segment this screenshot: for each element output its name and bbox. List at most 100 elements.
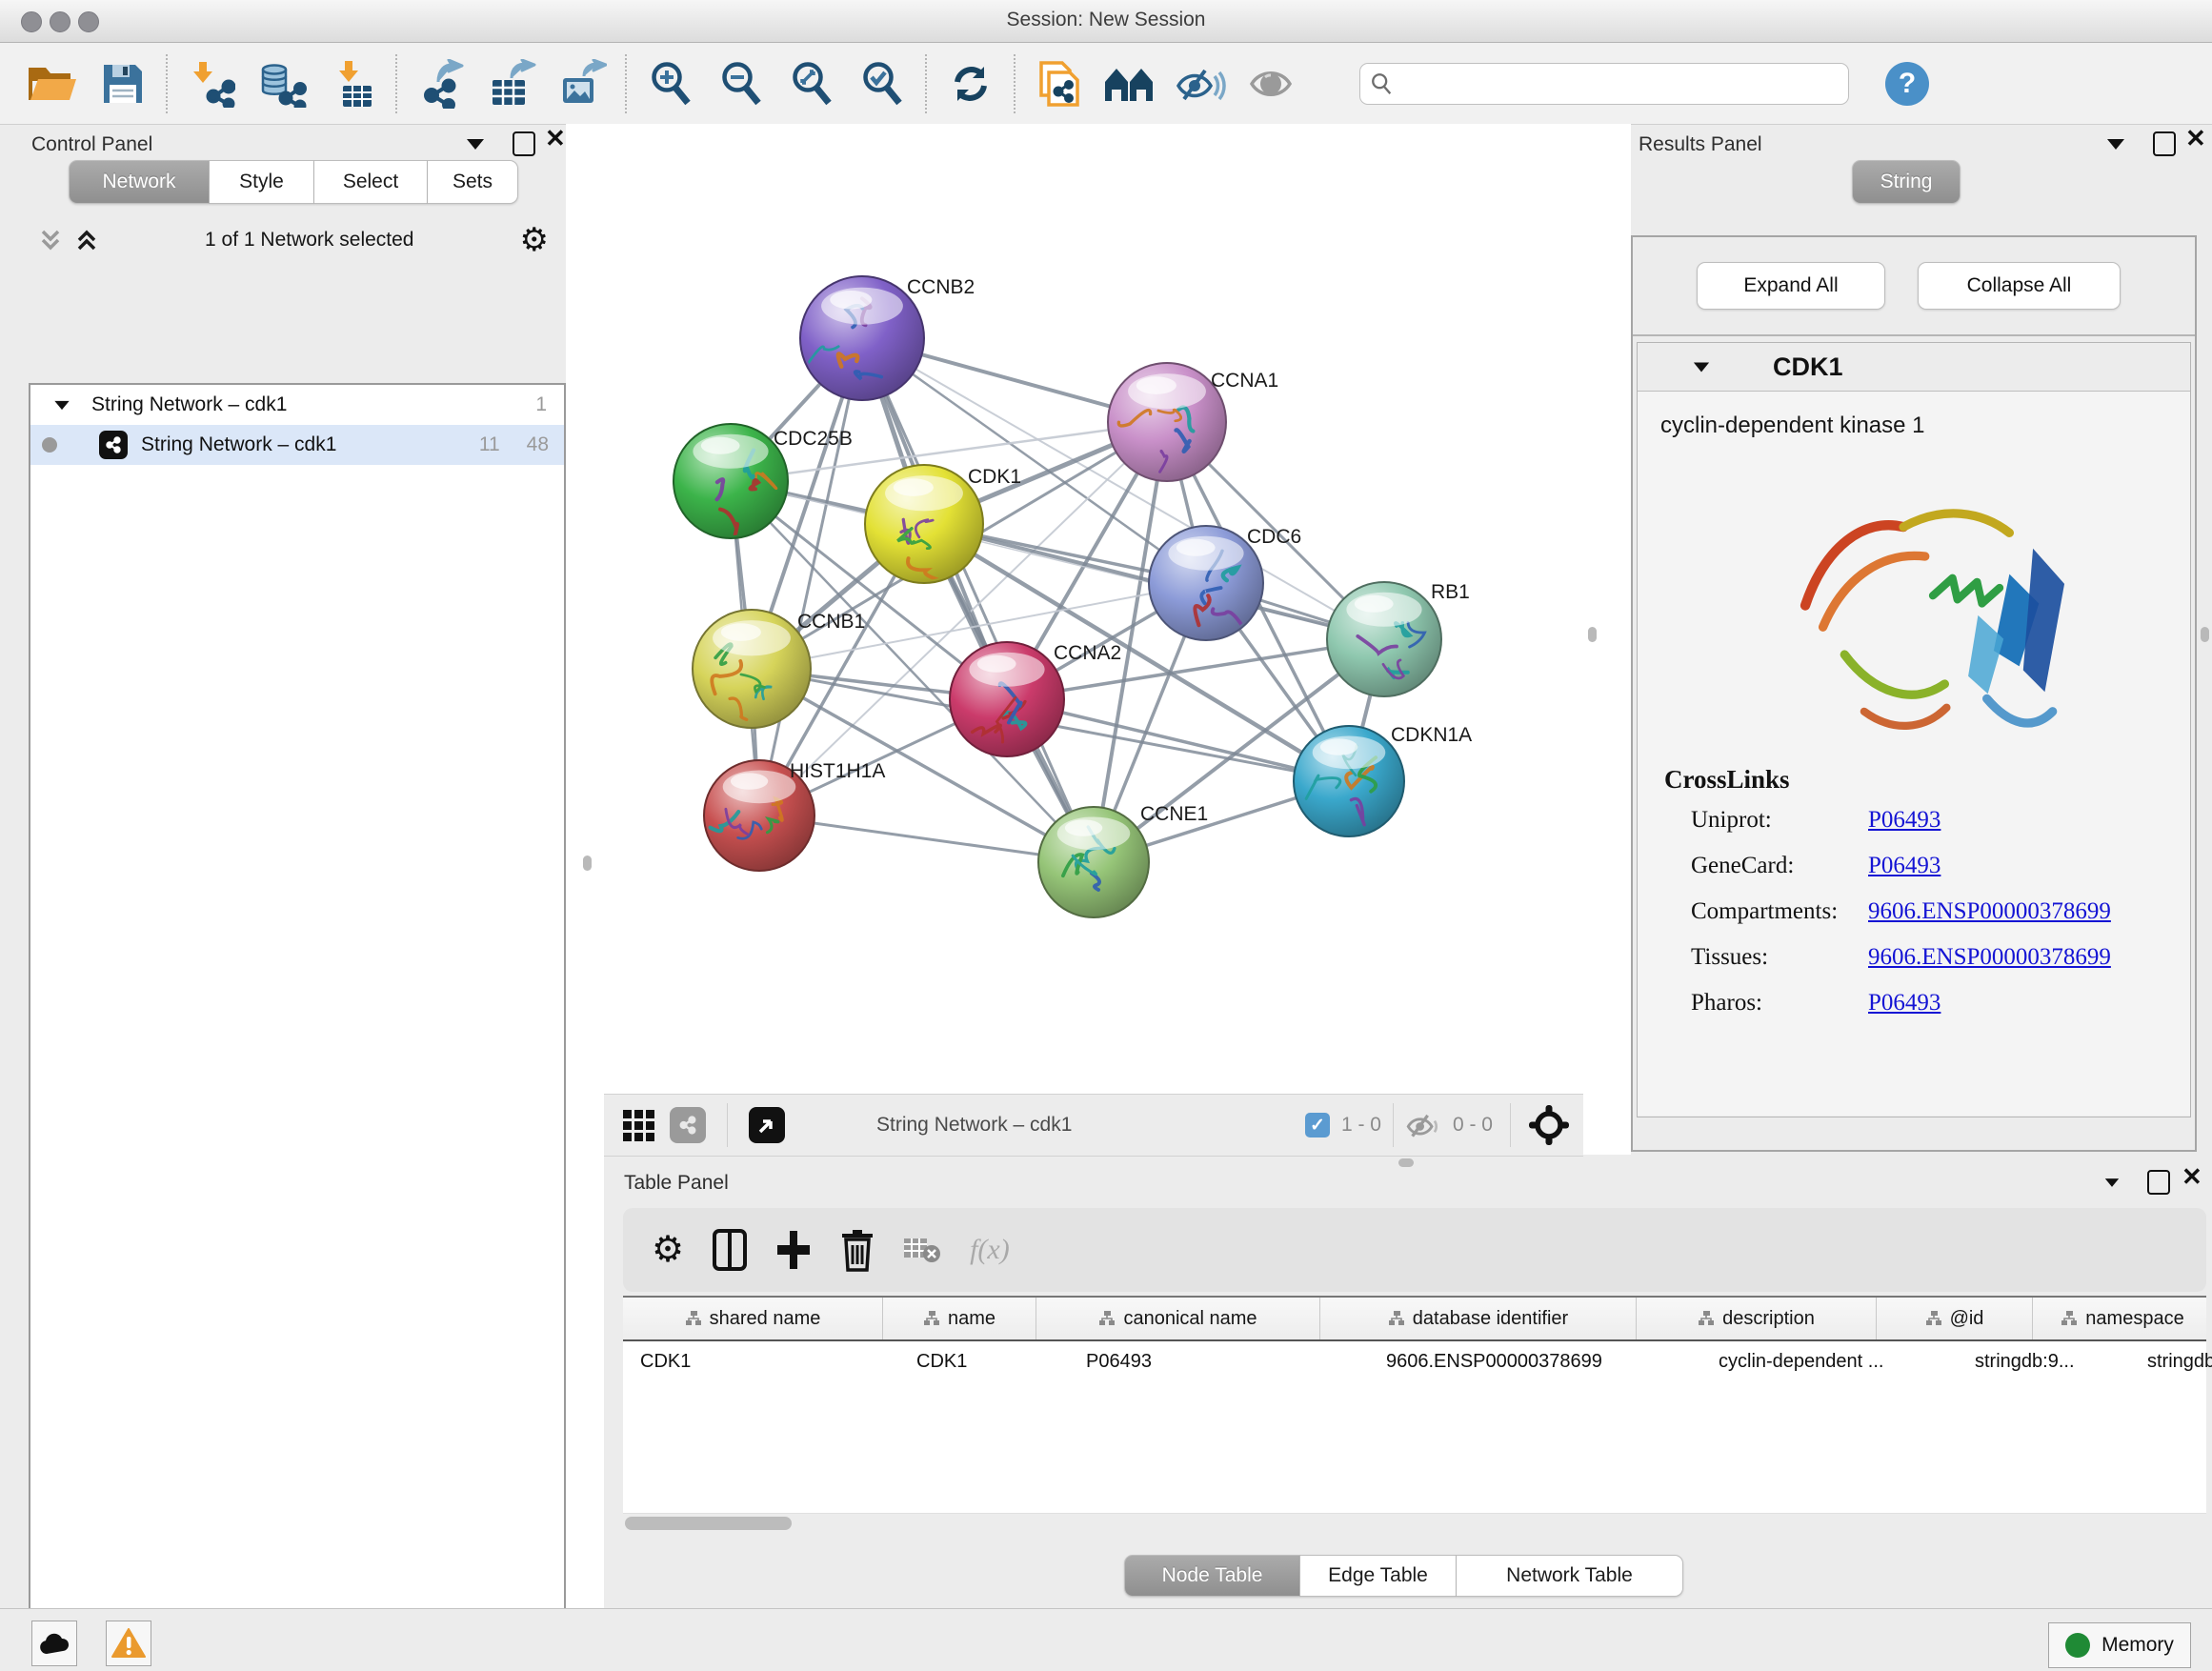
search-box[interactable] — [1359, 63, 1849, 105]
first-neighbors-icon — [1103, 63, 1156, 105]
network-canvas[interactable]: CCNB2CCNA1CDC25BCDK1CDC6RB1CCNB1CCNA2CDK… — [604, 124, 1583, 1094]
expand-all-chevron-icon[interactable] — [38, 228, 63, 252]
grid-view-icon[interactable] — [623, 1110, 654, 1141]
left-splitter-handle[interactable] — [583, 856, 592, 871]
memory-button[interactable]: Memory — [2048, 1622, 2191, 1668]
selected-nodes-checkbox[interactable]: ✓ — [1305, 1113, 1330, 1137]
network-graph[interactable]: CCNB2CCNA1CDC25BCDK1CDC6RB1CCNB1CCNA2CDK… — [604, 124, 1583, 1094]
export-table-button[interactable] — [476, 50, 547, 117]
tab-network[interactable]: Network — [69, 160, 210, 204]
save-session-button[interactable] — [88, 50, 158, 117]
table-row[interactable]: CDK1 CDK1 P06493 9606.ENSP00000378699 cy… — [623, 1341, 2206, 1381]
crosshair-icon[interactable] — [1528, 1104, 1570, 1146]
network-selection-status: 1 of 1 Network selected — [99, 229, 520, 252]
tab-node-table[interactable]: Node Table — [1124, 1555, 1300, 1597]
network-row[interactable]: String Network – cdk1 11 48 — [30, 425, 564, 465]
protein-description: cyclin-dependent kinase 1 — [1638, 392, 2190, 439]
import-table-file-button[interactable] — [317, 50, 388, 117]
results-buttons-section: Expand All Collapse All — [1633, 237, 2195, 336]
status-bar: Memory — [0, 1608, 2212, 1671]
crosslink-tissues[interactable]: 9606.ENSP00000378699 — [1868, 944, 2111, 990]
column-header-database-identifier[interactable]: database identifier — [1320, 1298, 1637, 1339]
function-builder-icon[interactable]: f(x) — [970, 1234, 1010, 1266]
network-collection-row[interactable]: String Network – cdk1 1 — [30, 385, 564, 425]
duplicate-network-button[interactable] — [1024, 50, 1095, 117]
import-network-database-button[interactable] — [247, 50, 317, 117]
table-options-gear-icon[interactable]: ⚙ — [652, 1234, 684, 1266]
birds-eye-view-icon[interactable] — [749, 1107, 785, 1143]
table-panel-float-icon[interactable] — [2147, 1170, 2170, 1195]
network-node-CDKN1A[interactable] — [1294, 726, 1404, 836]
zoom-fit-icon — [789, 60, 835, 108]
column-header-description[interactable]: description — [1637, 1298, 1877, 1339]
help-button[interactable]: ? — [1885, 62, 1929, 106]
delete-column-icon[interactable] — [840, 1228, 875, 1272]
column-type-icon — [1098, 1310, 1116, 1327]
results-panel-close-icon[interactable]: ✕ — [2185, 128, 2206, 149]
table-panel-close-icon[interactable]: ✕ — [2182, 1166, 2202, 1187]
network-options-gear-icon[interactable]: ⚙ — [520, 224, 549, 256]
zoom-selected-button[interactable] — [847, 50, 917, 117]
network-node-CDC6[interactable] — [1149, 526, 1263, 640]
control-panel-close-icon[interactable]: ✕ — [545, 128, 566, 149]
zoom-fit-button[interactable] — [776, 50, 847, 117]
warning-status-button[interactable] — [106, 1621, 151, 1666]
network-node-CCNA2[interactable] — [950, 642, 1064, 756]
crosslink-uniprot[interactable]: P06493 — [1868, 807, 1941, 853]
protein-collapse-icon[interactable] — [1694, 362, 1709, 372]
scrollbar-thumb[interactable] — [625, 1517, 792, 1530]
control-panel-menu-icon[interactable] — [467, 139, 484, 150]
column-header-name[interactable]: name — [883, 1298, 1036, 1339]
results-panel-menu-icon[interactable] — [2107, 139, 2124, 150]
open-session-button[interactable] — [17, 50, 88, 117]
network-status-dot — [42, 437, 57, 453]
tab-sets[interactable]: Sets — [428, 160, 518, 204]
hide-selected-button[interactable] — [1165, 50, 1236, 117]
tab-string[interactable]: String — [1852, 160, 1961, 204]
collapse-all-button[interactable]: Collapse All — [1918, 262, 2121, 310]
table-horizontal-scrollbar[interactable] — [623, 1513, 2206, 1531]
network-node-CCNE1[interactable] — [1038, 807, 1149, 917]
table-panel-menu-icon[interactable] — [2105, 1178, 2119, 1187]
network-node-CCNB2[interactable] — [800, 276, 924, 400]
column-header-id[interactable]: @id — [1877, 1298, 2033, 1339]
collection-expand-icon[interactable] — [54, 400, 69, 409]
expand-all-button[interactable]: Expand All — [1697, 262, 1885, 310]
table-toolbar: ⚙ f(x) — [623, 1208, 2206, 1292]
network-share-icon[interactable] — [670, 1107, 706, 1143]
import-network-file-button[interactable] — [176, 50, 247, 117]
show-all-button[interactable] — [1236, 50, 1306, 117]
control-panel-float-icon[interactable] — [513, 131, 535, 156]
network-node-CDC25B[interactable] — [674, 424, 788, 547]
network-node-RB1[interactable] — [1327, 582, 1441, 696]
export-network-button[interactable] — [406, 50, 476, 117]
collapse-all-chevron-icon[interactable] — [74, 228, 99, 252]
network-node-CCNA1[interactable] — [1108, 363, 1226, 481]
zoom-in-button[interactable] — [635, 50, 706, 117]
refresh-layout-button[interactable] — [935, 50, 1006, 117]
zoom-out-button[interactable] — [706, 50, 776, 117]
export-image-button[interactable] — [547, 50, 617, 117]
crosslink-genecard[interactable]: P06493 — [1868, 853, 1941, 898]
column-header-namespace[interactable]: namespace — [2033, 1298, 2212, 1339]
right-splitter-handle[interactable] — [1588, 627, 1597, 642]
delete-table-icon[interactable] — [903, 1235, 941, 1265]
crosslink-pharos[interactable]: P06493 — [1868, 990, 1941, 1036]
show-columns-icon[interactable] — [713, 1229, 747, 1271]
first-neighbors-button[interactable] — [1095, 50, 1165, 117]
cloud-status-button[interactable] — [31, 1621, 77, 1666]
column-header-shared-name[interactable]: shared name — [623, 1298, 883, 1339]
add-column-icon[interactable] — [775, 1229, 812, 1271]
network-node-CDK1[interactable] — [865, 465, 983, 583]
crosslink-compartments[interactable]: 9606.ENSP00000378699 — [1868, 898, 2111, 944]
column-header-canonical-name[interactable]: canonical name — [1036, 1298, 1320, 1339]
protein-section-header[interactable]: CDK1 — [1638, 343, 2190, 391]
node-label-CDC25B: CDC25B — [774, 428, 853, 450]
results-panel-float-icon[interactable] — [2153, 131, 2176, 156]
network-node-CCNB1[interactable] — [693, 610, 811, 728]
tab-edge-table[interactable]: Edge Table — [1300, 1555, 1457, 1597]
tab-style[interactable]: Style — [210, 160, 314, 204]
search-input[interactable] — [1400, 71, 1839, 95]
tab-select[interactable]: Select — [314, 160, 428, 204]
tab-network-table[interactable]: Network Table — [1457, 1555, 1683, 1597]
